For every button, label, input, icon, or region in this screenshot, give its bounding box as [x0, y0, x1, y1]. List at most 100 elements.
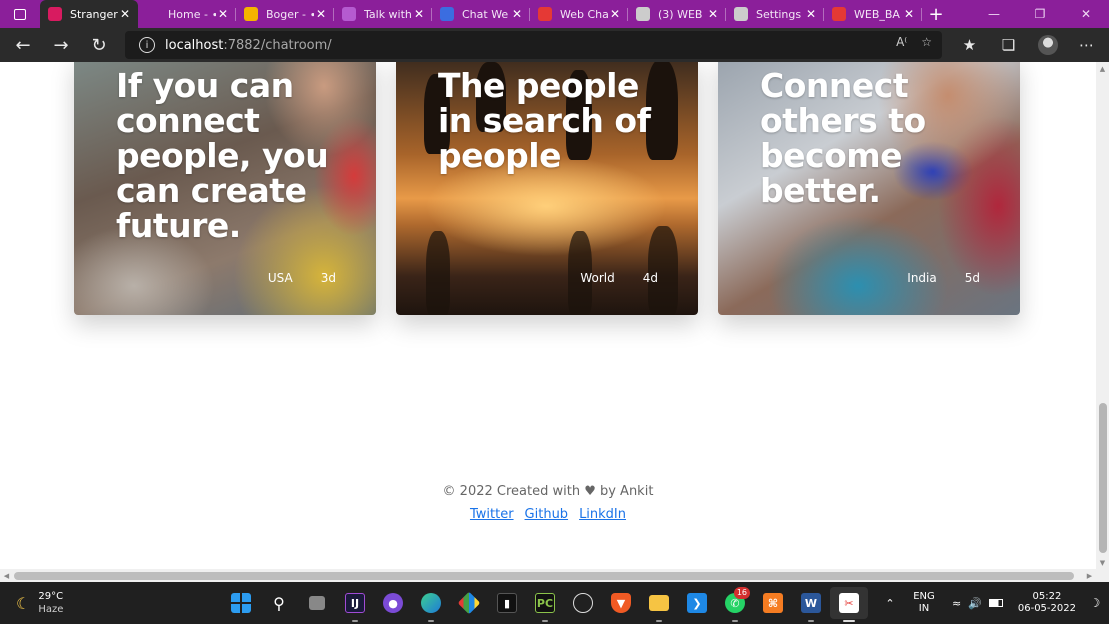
start-button[interactable] — [222, 587, 260, 619]
scroll-down-arrow-icon[interactable]: ▼ — [1096, 556, 1109, 569]
address-bar[interactable]: i localhost:7882/chatroom/ A⁽ ☆ — [125, 31, 942, 59]
edge-app[interactable] — [412, 587, 450, 622]
horizontal-scroll-thumb[interactable] — [14, 572, 1074, 580]
tab-close-icon[interactable]: ✕ — [314, 7, 328, 21]
tab-close-icon[interactable]: ✕ — [902, 7, 916, 21]
tab-favicon-icon — [146, 7, 160, 21]
tab-favicon-icon — [734, 7, 748, 21]
tab-close-icon[interactable]: ✕ — [510, 7, 524, 21]
scroll-up-arrow-icon[interactable]: ▲ — [1096, 62, 1109, 75]
tab-favicon-icon — [538, 7, 552, 21]
twitter-link[interactable]: Twitter — [470, 507, 514, 522]
page-viewport: If you can connect people, you can creat… — [0, 62, 1096, 569]
pycharm-app[interactable]: PC — [526, 587, 564, 622]
scroll-right-arrow-icon[interactable]: ▶ — [1083, 569, 1096, 582]
file-explorer-app[interactable] — [640, 587, 678, 622]
card-age: 3d — [320, 271, 336, 285]
diamond-icon — [457, 591, 481, 615]
footer-links: Twitter Github LinkdIn — [0, 507, 1096, 522]
card-meta: USA 3d — [268, 271, 336, 285]
tab-actions-icon — [14, 8, 26, 20]
refresh-button[interactable]: ↻ — [80, 28, 118, 62]
add-favorite-icon[interactable]: ☆ — [921, 35, 932, 49]
forward-button[interactable]: → — [42, 28, 80, 62]
tab-close-icon[interactable]: ✕ — [804, 7, 818, 21]
window-controls: — ❐ ✕ — [971, 0, 1109, 28]
profile-button[interactable] — [1028, 35, 1067, 55]
new-tab-button[interactable]: + — [922, 0, 950, 28]
pycharm-icon: PC — [535, 593, 555, 613]
clock[interactable]: 05:22 06-05-2022 — [1009, 591, 1085, 615]
word-app[interactable]: W — [792, 587, 830, 622]
minimize-button[interactable]: — — [971, 0, 1017, 28]
brave-lion-icon: ▼ — [611, 593, 631, 613]
back-button[interactable]: ← — [4, 28, 42, 62]
story-card-india[interactable]: Connect others to become better. India 5… — [718, 62, 1020, 315]
browser-tab[interactable]: (3) WEB ✕ — [628, 0, 726, 28]
vscode-app[interactable]: ❯ — [678, 587, 716, 619]
tab-close-icon[interactable]: ✕ — [118, 7, 132, 21]
browser-tab[interactable]: WEB_BA ✕ — [824, 0, 922, 28]
linkedin-link[interactable]: LinkdIn — [579, 507, 626, 522]
collections-icon[interactable]: ❏ — [989, 36, 1028, 54]
sourcetree-app[interactable] — [450, 587, 488, 619]
browser-tab[interactable]: Chat We ✕ — [432, 0, 530, 28]
browser-tab[interactable]: Stranger ✕ — [40, 0, 138, 28]
more-options-icon[interactable]: ⋯ — [1067, 36, 1106, 54]
xampp-app[interactable]: ⌘ — [754, 587, 792, 619]
search-button[interactable]: ⚲ — [260, 587, 298, 619]
tab-close-icon[interactable]: ✕ — [706, 7, 720, 21]
brave-app[interactable]: ▼ — [602, 587, 640, 619]
vertical-scrollbar[interactable]: ▲ ▼ — [1096, 62, 1109, 569]
tab-label: Web Cha — [560, 7, 608, 21]
site-info-icon[interactable]: i — [139, 37, 155, 53]
vscode-icon: ❯ — [687, 593, 707, 613]
whatsapp-app[interactable]: ✆ 16 — [716, 587, 754, 622]
scroll-left-arrow-icon[interactable]: ◀ — [0, 569, 13, 582]
tab-label: Stranger — [70, 7, 118, 21]
github-link[interactable]: Github — [525, 507, 569, 522]
close-window-button[interactable]: ✕ — [1063, 0, 1109, 28]
terminal-app[interactable]: ▮ — [488, 587, 526, 619]
github-icon: ● — [383, 593, 403, 613]
tab-close-icon[interactable]: ✕ — [412, 7, 426, 21]
browser-tab[interactable]: Home - ∙ ✕ — [138, 0, 236, 28]
notifications-moon-icon[interactable]: ☽ — [1087, 596, 1103, 610]
edge-icon — [421, 593, 441, 613]
tab-close-icon[interactable]: ✕ — [216, 7, 230, 21]
clock-time: 05:22 — [1032, 591, 1062, 602]
intellij-app[interactable]: IJ — [336, 587, 374, 622]
story-card-usa[interactable]: If you can connect people, you can creat… — [74, 62, 376, 315]
browser-tab[interactable]: Boger - ∙ ✕ — [236, 0, 334, 28]
show-hidden-icons-chevron-icon[interactable]: ⌃ — [880, 597, 900, 610]
tab-favicon-icon — [342, 7, 356, 21]
search-icon: ⚲ — [273, 593, 285, 613]
browser-tab[interactable]: Talk with ✕ — [334, 0, 432, 28]
running-indicator — [656, 620, 662, 622]
horizontal-scrollbar[interactable]: ◀ ▶ — [0, 569, 1096, 582]
tab-actions-button[interactable] — [0, 0, 40, 28]
story-card-world[interactable]: The people in search of people World 4d — [396, 62, 698, 315]
browser-tab[interactable]: Settings ✕ — [726, 0, 824, 28]
back-arrow-icon: ← — [15, 34, 31, 56]
taskbar: ☾ 29°C Haze ⚲ IJ ● ▮ PC ▼ ❯ ✆ 16 ⌘ W ✂ ⌃ … — [0, 582, 1109, 624]
vertical-scroll-thumb[interactable] — [1099, 403, 1107, 553]
read-aloud-icon[interactable]: A⁽ — [896, 35, 907, 49]
browser-tab[interactable]: Web Cha ✕ — [530, 0, 628, 28]
restore-button[interactable]: ❐ — [1017, 0, 1063, 28]
obs-app[interactable] — [564, 587, 602, 619]
moon-icon: ☾ — [16, 593, 31, 613]
terminal-icon: ▮ — [497, 593, 517, 613]
tab-close-icon[interactable]: ✕ — [608, 7, 622, 21]
github-desktop-app[interactable]: ● — [374, 587, 412, 619]
snipping-tool-app[interactable]: ✂ — [830, 587, 868, 622]
weather-widget[interactable]: ☾ 29°C Haze — [16, 590, 63, 616]
weather-temp: 29°C — [38, 591, 64, 602]
running-indicator — [352, 620, 358, 622]
favorites-icon[interactable]: ★ — [950, 36, 989, 54]
language-indicator[interactable]: ENG IN — [900, 591, 948, 615]
quick-settings[interactable]: ≈ 🔊 — [952, 597, 1003, 610]
forward-arrow-icon: → — [53, 34, 69, 56]
task-view-button[interactable] — [298, 587, 336, 619]
tab-favicon-icon — [440, 7, 454, 21]
